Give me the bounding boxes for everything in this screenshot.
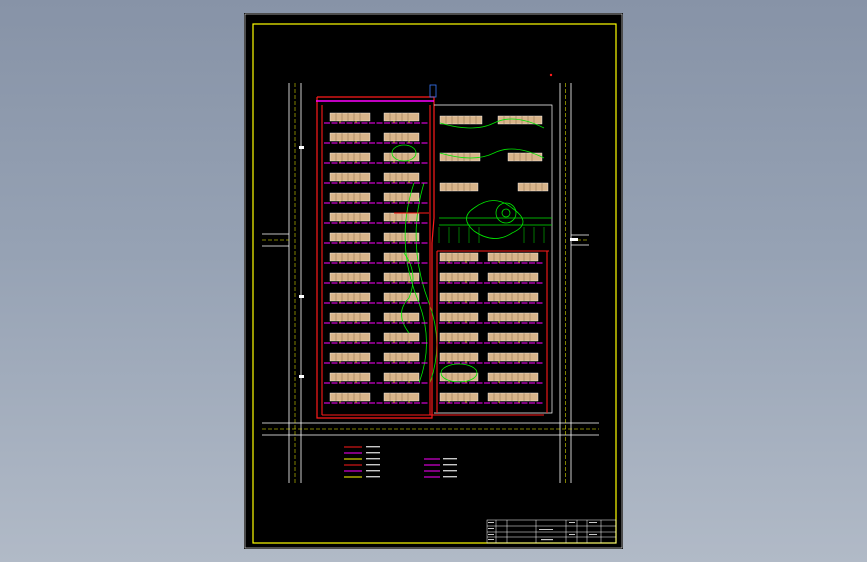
building-block <box>439 292 479 302</box>
building-block <box>329 332 371 342</box>
note-label <box>443 458 457 460</box>
building-block <box>329 272 371 282</box>
water-feature <box>429 73 553 98</box>
building-block <box>487 352 539 362</box>
building-block <box>439 182 479 192</box>
legend-label <box>366 452 380 454</box>
title-block-marks <box>488 522 597 541</box>
building-block <box>329 152 371 162</box>
building-block <box>383 292 420 302</box>
building-block <box>329 112 371 122</box>
building-block <box>439 332 479 342</box>
building-block <box>329 392 371 402</box>
building-block <box>383 372 420 382</box>
building-block <box>383 252 420 262</box>
building-block <box>383 232 420 242</box>
drawing-sheet <box>244 13 623 549</box>
building-block <box>383 352 420 362</box>
cad-viewport[interactable] <box>0 0 867 562</box>
building-block <box>487 292 539 302</box>
building-block <box>329 232 371 242</box>
building-block <box>487 392 539 402</box>
legend-label <box>366 458 380 460</box>
building-block <box>507 152 543 162</box>
building-block <box>329 212 371 222</box>
building-block <box>487 312 539 322</box>
note-label <box>443 476 457 478</box>
building-block <box>487 372 539 382</box>
building-block <box>329 292 371 302</box>
building-block <box>439 352 479 362</box>
building-block <box>383 112 420 122</box>
building-block <box>329 252 371 262</box>
note-label <box>443 470 457 472</box>
building-block <box>383 192 420 202</box>
building-block <box>329 172 371 182</box>
landscape-grid <box>438 227 545 243</box>
building-block <box>329 352 371 362</box>
building-block <box>383 332 420 342</box>
building-block <box>487 272 539 282</box>
legend <box>344 446 380 478</box>
building-block <box>439 372 479 382</box>
building-block <box>383 152 420 162</box>
legend-label <box>366 446 380 448</box>
building-block <box>383 132 420 142</box>
legend-label <box>366 476 380 478</box>
building-block <box>383 172 420 182</box>
building-block <box>439 115 483 125</box>
design-notes <box>424 458 457 478</box>
building-blocks <box>329 112 549 402</box>
note-label <box>443 464 457 466</box>
building-block <box>487 332 539 342</box>
site-plan-drawing <box>244 13 623 549</box>
building-block <box>439 392 479 402</box>
building-block <box>383 272 420 282</box>
building-block <box>439 252 479 262</box>
building-block <box>329 312 371 322</box>
legend-label <box>366 464 380 466</box>
building-block <box>517 182 549 192</box>
building-block <box>439 312 479 322</box>
building-block <box>329 192 371 202</box>
building-block <box>383 212 420 222</box>
building-block <box>439 272 479 282</box>
building-block <box>329 132 371 142</box>
building-block <box>487 252 539 262</box>
legend-label <box>366 470 380 472</box>
building-block <box>383 392 420 402</box>
building-block <box>329 372 371 382</box>
